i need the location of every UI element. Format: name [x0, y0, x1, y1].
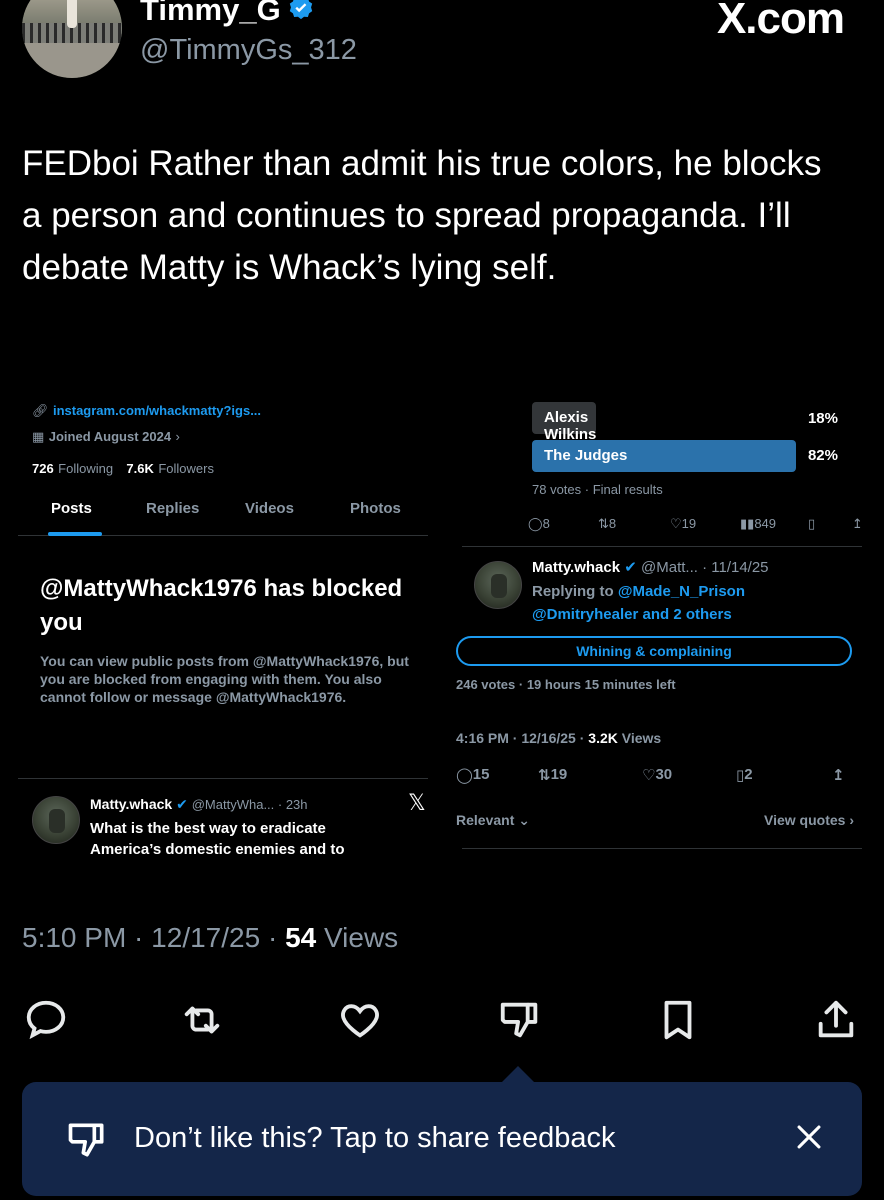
- verified-badge-icon: ✔: [176, 796, 188, 812]
- followers-label: Followers: [158, 461, 214, 476]
- share-button[interactable]: [810, 994, 862, 1046]
- tweet-text: FEDboi Rather than admit his true colors…: [22, 144, 822, 287]
- post-author-name: Matty.whack: [90, 796, 173, 812]
- followers-count: 7.6K: [126, 461, 154, 476]
- thumbs-down-icon: [62, 1118, 112, 1167]
- poll-bar-option-2: The Judges: [532, 440, 796, 472]
- matty-avatar: [32, 796, 80, 844]
- reply-author-handle: @Matt... · 11/14/25: [641, 559, 769, 576]
- attached-image[interactable]: 🔗︎ instagram.com/whackmatty?igs... ▦ Joi…: [18, 386, 868, 868]
- post-author: Matty.whack ✔ @MattyWha... · 23h: [90, 796, 308, 813]
- calendar-icon: ▦: [32, 429, 45, 444]
- like-count: ♡ 30: [642, 766, 673, 784]
- author-name[interactable]: Timmy_G: [140, 0, 315, 30]
- post-timestamp: 4:16 PM · 12/16/25 · 3.2K Views: [456, 730, 662, 746]
- author-handle[interactable]: @TimmyGs_312: [140, 34, 357, 67]
- post-text: What is the best way to eradicate Americ…: [90, 820, 345, 858]
- close-icon[interactable]: [792, 1120, 826, 1159]
- x-watermark: X.com: [716, 0, 845, 43]
- heart-icon: [341, 1004, 379, 1038]
- verified-badge-icon: [287, 0, 315, 30]
- x-logo-icon: 𝕏: [408, 790, 426, 815]
- share-icon: ↥: [852, 516, 863, 531]
- tab-posts: Posts: [51, 500, 92, 517]
- feedback-text: Don’t like this? Tap to share feedback: [134, 1122, 616, 1154]
- view-count: ▮▮ 849: [740, 516, 777, 531]
- thumbs-down-icon: [500, 1002, 538, 1038]
- active-tab-indicator: [48, 532, 102, 536]
- reply-author-name: Matty.whack: [532, 559, 621, 576]
- divider: [462, 546, 862, 547]
- poll-option-label: The Judges: [544, 447, 628, 464]
- tab-photos: Photos: [350, 500, 401, 517]
- poll-votes: 246 votes · 19 hours 15 minutes left: [456, 677, 676, 692]
- like-count: ♡ 19: [670, 516, 697, 531]
- divider: [462, 848, 862, 849]
- poll-screenshot: Alexis Wilkins 18% The Judges 82% 78 vot…: [450, 386, 868, 868]
- profile-tabs: Posts Replies Videos Photos: [18, 496, 428, 536]
- feedback-toast[interactable]: Don’t like this? Tap to share feedback: [22, 1082, 862, 1196]
- bookmark-icon: [664, 1000, 692, 1040]
- following-label: Following: [58, 461, 114, 476]
- blocked-body: You can view public posts from @MattyWha…: [40, 653, 409, 705]
- matty-avatar: [474, 561, 522, 609]
- follow-counts: 726 Following 7.6K Followers: [32, 460, 214, 478]
- chevron-right-icon: ›: [175, 429, 180, 444]
- repost-button[interactable]: [176, 994, 228, 1046]
- reply-author: Matty.whack ✔ @Matt... · 11/14/25: [532, 558, 769, 576]
- share-icon: ↥: [832, 767, 845, 784]
- poll-option-pct: 18%: [807, 410, 838, 427]
- bookmark-icon: ▯: [808, 516, 816, 531]
- tab-videos: Videos: [245, 500, 294, 517]
- reply-count: ◯ 15: [456, 766, 490, 784]
- reply-count: ◯ 8: [528, 516, 550, 531]
- avatar-ground: [22, 43, 122, 78]
- repost-icon: [184, 1006, 220, 1034]
- downvote-button[interactable]: [494, 994, 546, 1046]
- view-quotes: View quotes ›: [764, 812, 854, 828]
- poll-meta: 78 votes · Final results: [532, 482, 663, 497]
- profile-avatar[interactable]: [22, 0, 122, 78]
- following-count: 726: [32, 461, 54, 476]
- share-icon: [818, 1000, 854, 1038]
- bookmark-button[interactable]: [652, 994, 704, 1046]
- reply-icon: [26, 1000, 66, 1040]
- repost-count: ⇅ 19: [538, 766, 568, 784]
- tweet-action-bar: [0, 994, 884, 1046]
- tab-replies: Replies: [146, 500, 200, 517]
- post-author-handle: @MattyWha... · 23h: [191, 797, 308, 812]
- bookmark-count: ▯ 2: [736, 766, 753, 784]
- joined-row: ▦ Joined August 2024 ›: [32, 428, 180, 446]
- like-button[interactable]: [334, 994, 386, 1046]
- joined-date: Joined August 2024: [48, 429, 172, 444]
- sort-relevant: Relevant ⌄: [456, 812, 530, 828]
- poll-option-outline: Whining & complaining: [456, 636, 852, 666]
- repost-count: ⇅ 8: [598, 516, 617, 531]
- verified-badge-icon: ✔: [624, 559, 637, 576]
- avatar-person: [67, 0, 77, 28]
- blocked-profile-screenshot: 🔗︎ instagram.com/whackmatty?igs... ▦ Joi…: [18, 386, 428, 868]
- replying-to: Replying to @Made_N_Prison @Dmitryhealer…: [532, 583, 746, 623]
- poll-option-label: Alexis Wilkins: [544, 409, 597, 443]
- tweet-timestamp[interactable]: 5:10 PM · 12/17/25 · 54 Views: [22, 922, 398, 954]
- reply-button[interactable]: [20, 994, 72, 1046]
- profile-link-row: 🔗︎ instagram.com/whackmatty?igs...: [32, 402, 261, 420]
- blocked-title: @MattyWhack1976 has blocked you: [40, 575, 403, 636]
- profile-link: instagram.com/whackmatty?igs...: [52, 403, 262, 418]
- link-icon: 🔗︎: [32, 403, 49, 418]
- poll-bar-option-1: Alexis Wilkins: [532, 402, 596, 443]
- divider: [18, 778, 428, 779]
- poll-option-pct: 82%: [807, 447, 838, 464]
